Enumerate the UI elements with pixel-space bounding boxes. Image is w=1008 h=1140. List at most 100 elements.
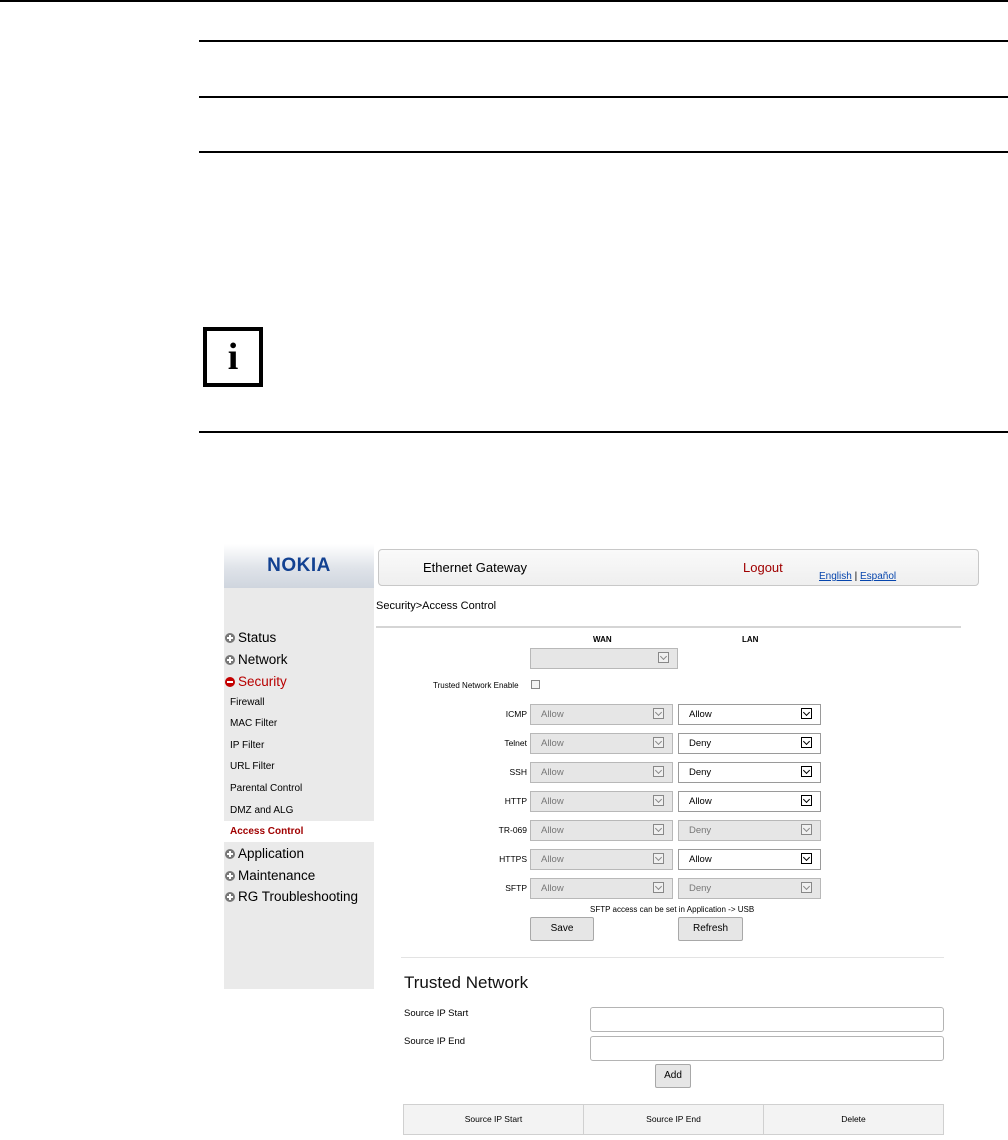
row-label-icmp: ICMP: [505, 709, 527, 719]
chevron-down-icon: [653, 708, 664, 719]
lang-espanol-link[interactable]: Español: [860, 571, 896, 582]
chevron-down-icon: [801, 795, 812, 806]
lang-separator: |: [854, 571, 858, 582]
icmp-wan-select[interactable]: Allow: [530, 704, 673, 725]
nav-network[interactable]: Network: [224, 652, 288, 667]
lang-english-link[interactable]: English: [819, 571, 852, 582]
top-header: Ethernet Gateway Logout English | Españo…: [378, 549, 979, 586]
collapse-minus-icon: [225, 677, 235, 687]
row-label-ssh: SSH: [509, 767, 527, 777]
chevron-down-icon: [653, 882, 664, 893]
trusted-network-table-header: Source IP Start Source IP End Delete: [403, 1104, 944, 1135]
chevron-down-icon: [653, 795, 664, 806]
expand-plus-icon: [225, 633, 235, 643]
expand-plus-icon: [225, 849, 235, 859]
page-top-rule: [0, 0, 1008, 2]
nav-url-filter[interactable]: URL Filter: [230, 761, 275, 772]
chevron-down-icon: [653, 853, 664, 864]
trusted-network-enable-label: Trusted Network Enable: [433, 681, 519, 690]
save-button[interactable]: Save: [530, 917, 594, 941]
nav-mac-filter[interactable]: MAC Filter: [230, 718, 277, 729]
logout-link[interactable]: Logout: [743, 560, 783, 575]
nav-maintenance[interactable]: Maintenance: [224, 868, 315, 883]
router-ui: NOKIA Status Network Security Firewall M…: [224, 544, 984, 1135]
app-title: Ethernet Gateway: [423, 560, 528, 575]
chevron-down-icon: [801, 853, 812, 864]
note-bottom-rule: [199, 431, 1008, 433]
chevron-down-icon: [801, 766, 812, 777]
chevron-down-icon: [801, 737, 812, 748]
https-wan-value: Allow: [541, 854, 564, 865]
nav-rg-troubleshooting[interactable]: RG Troubleshooting: [224, 889, 358, 904]
sidebar: Status Network Security Firewall MAC Fil…: [224, 588, 374, 989]
header-rule-1: [199, 40, 1008, 42]
sftp-lan-select[interactable]: Deny: [678, 878, 821, 899]
nav-dmz-alg[interactable]: DMZ and ALG: [230, 805, 293, 816]
chevron-down-icon: [801, 824, 812, 835]
logo-bar: NOKIA: [224, 544, 374, 588]
source-ip-end-input[interactable]: [590, 1036, 944, 1061]
table-header-source-ip-start: Source IP Start: [404, 1105, 584, 1134]
row-label-telnet: Telnet: [504, 738, 527, 748]
nav-firewall[interactable]: Firewall: [230, 697, 264, 708]
telnet-wan-select[interactable]: Allow: [530, 733, 673, 754]
sftp-wan-value: Allow: [541, 883, 564, 894]
breadcrumb: Security>Access Control: [376, 600, 497, 612]
http-lan-select[interactable]: Allow: [678, 791, 821, 812]
chevron-down-icon: [653, 824, 664, 835]
wan-column-header: WAN: [593, 635, 612, 644]
language-switcher: English | Español: [819, 571, 896, 582]
https-lan-select[interactable]: Allow: [678, 849, 821, 870]
chevron-down-icon: [801, 708, 812, 719]
header-rule-3: [199, 151, 1008, 153]
table-header-delete: Delete: [841, 1114, 866, 1124]
https-wan-select[interactable]: Allow: [530, 849, 673, 870]
trusted-network-enable-checkbox[interactable]: [531, 680, 540, 689]
nokia-logo: NOKIA: [267, 555, 331, 576]
nav-status[interactable]: Status: [224, 630, 276, 645]
section-divider: [401, 957, 944, 958]
trusted-network-select[interactable]: [530, 648, 678, 669]
ssh-lan-value: Deny: [689, 767, 712, 778]
expand-plus-icon: [225, 871, 235, 881]
chevron-down-icon: [801, 882, 812, 893]
expand-plus-icon: [225, 655, 235, 665]
ssh-lan-select[interactable]: Deny: [678, 762, 821, 783]
telnet-lan-value: Deny: [689, 738, 712, 749]
tr-069-wan-select[interactable]: Allow: [530, 820, 673, 841]
tr-069-wan-value: Allow: [541, 825, 564, 836]
header-rule-2: [199, 96, 1008, 98]
breadcrumb-divider: [376, 626, 961, 628]
icmp-wan-value: Allow: [541, 709, 564, 720]
row-label-tr-069: TR-069: [498, 825, 527, 835]
source-ip-start-input[interactable]: [590, 1007, 944, 1032]
icmp-lan-value: Allow: [689, 709, 712, 720]
table-header-source-ip-end: Source IP End: [584, 1105, 764, 1134]
info-icon: i: [203, 327, 263, 387]
source-ip-end-label: Source IP End: [404, 1036, 466, 1047]
expand-plus-icon: [225, 892, 235, 902]
http-wan-select[interactable]: Allow: [530, 791, 673, 812]
icmp-lan-select[interactable]: Allow: [678, 704, 821, 725]
sftp-wan-select[interactable]: Allow: [530, 878, 673, 899]
telnet-wan-value: Allow: [541, 738, 564, 749]
sftp-note: SFTP access can be set in Application ->…: [590, 905, 755, 914]
nav-application[interactable]: Application: [224, 846, 304, 861]
nav-security[interactable]: Security: [224, 674, 287, 689]
tr-069-lan-select[interactable]: Deny: [678, 820, 821, 841]
ssh-wan-value: Allow: [541, 767, 564, 778]
nav-access-control[interactable]: Access Control: [224, 821, 374, 842]
lan-column-header: LAN: [742, 635, 759, 644]
row-label-sftp: SFTP: [505, 883, 527, 893]
add-button[interactable]: Add: [655, 1064, 691, 1088]
telnet-lan-select[interactable]: Deny: [678, 733, 821, 754]
chevron-down-icon: [653, 766, 664, 777]
chevron-down-icon: [653, 737, 664, 748]
nav-parental-control[interactable]: Parental Control: [230, 783, 302, 794]
ssh-wan-select[interactable]: Allow: [530, 762, 673, 783]
refresh-button[interactable]: Refresh: [678, 917, 743, 941]
nav-ip-filter[interactable]: IP Filter: [230, 740, 264, 751]
row-label-http: HTTP: [504, 796, 527, 806]
source-ip-start-label: Source IP Start: [404, 1008, 469, 1019]
sftp-lan-value: Deny: [689, 883, 712, 894]
